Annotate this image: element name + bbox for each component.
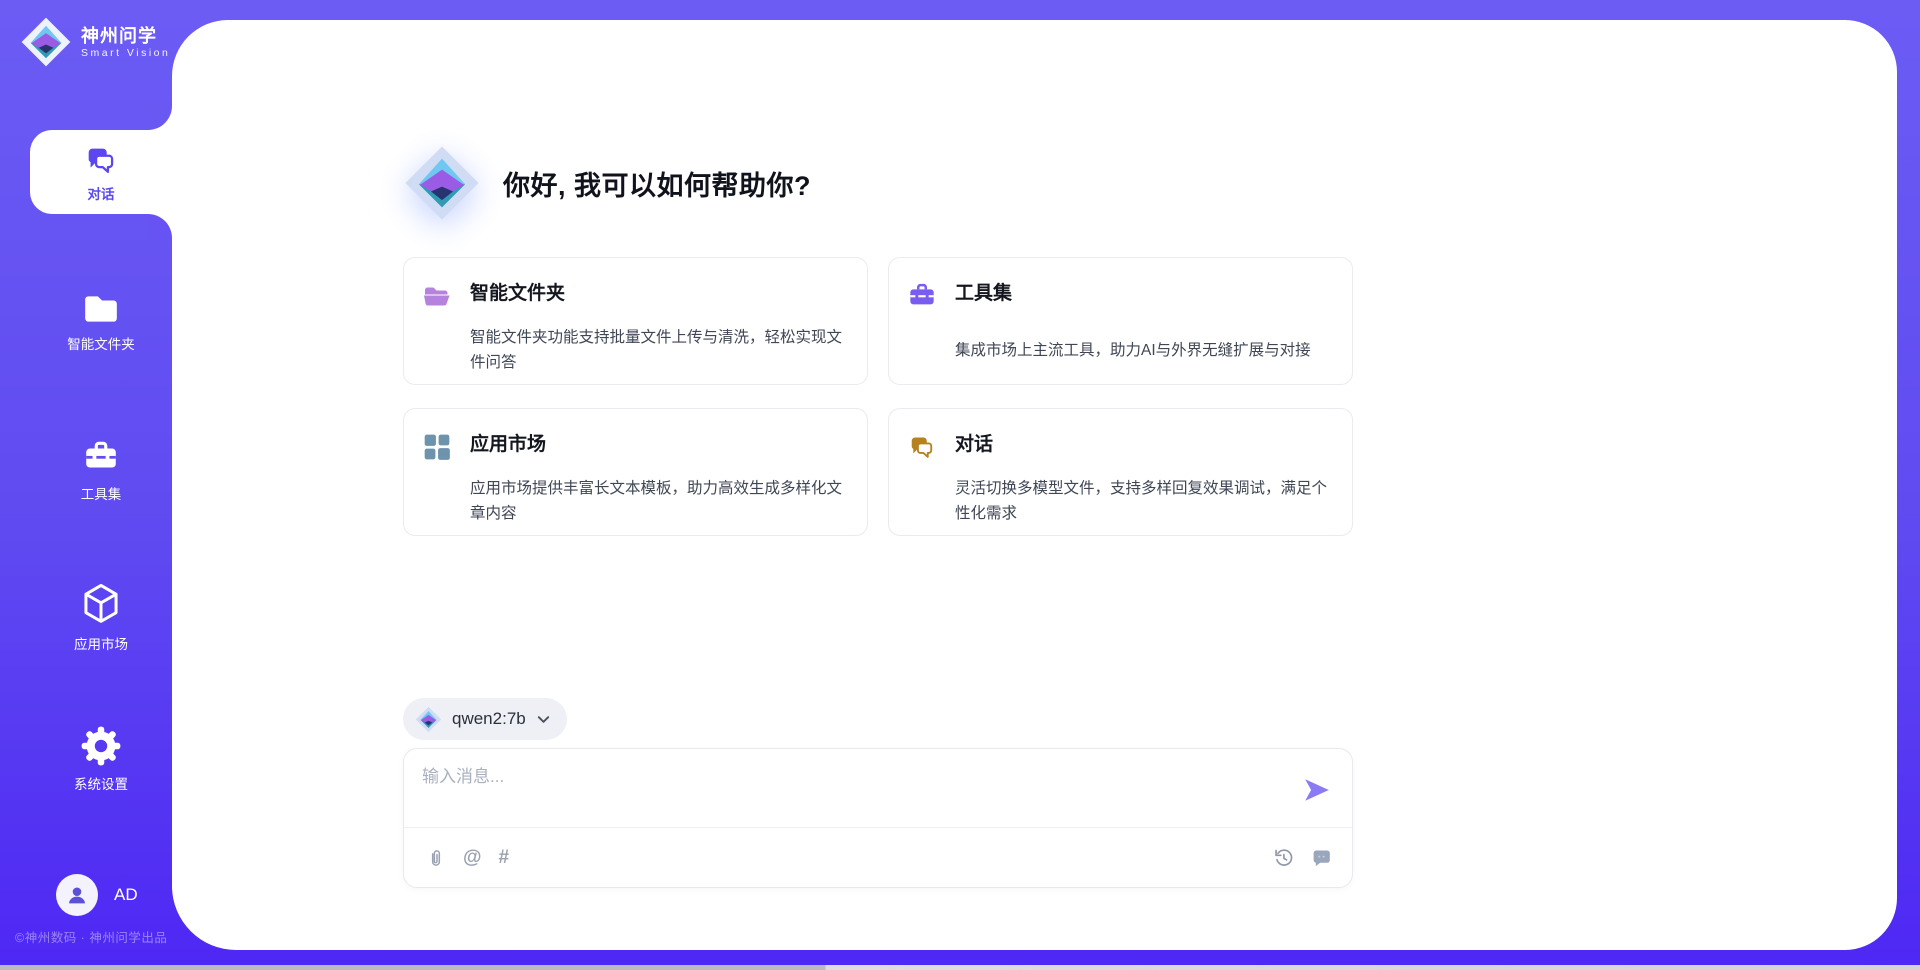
- chat-icon: [1311, 847, 1332, 868]
- card-app-market[interactable]: 应用市场 应用市场提供丰富长文本模板，助力高效生成多样化文章内容: [403, 408, 868, 536]
- diamond-logo-icon: [415, 706, 442, 733]
- sidebar-item-label: 对话: [88, 183, 115, 203]
- folder-open-icon: [422, 281, 452, 311]
- app-logo: 神州问学 Smart Vision: [20, 16, 170, 68]
- greeting-text: 你好, 我可以如何帮助你?: [503, 164, 811, 203]
- sidebar: 神州问学 Smart Vision 对话 智能文件夹: [0, 0, 172, 970]
- topic-button[interactable]: #: [499, 847, 510, 869]
- app-title: 神州问学: [81, 25, 170, 47]
- history-button[interactable]: [1273, 847, 1294, 868]
- folder-icon: [82, 292, 120, 326]
- toolbox-icon: [907, 281, 937, 311]
- card-description: 集成市场上主流工具，助力AI与外界无缝扩展与对接: [955, 338, 1338, 385]
- cube-icon: [80, 582, 122, 626]
- chat-icon: [907, 432, 937, 462]
- chat-icon: [83, 142, 119, 178]
- send-button[interactable]: [1302, 775, 1332, 805]
- sidebar-item-chat[interactable]: 对话: [30, 130, 172, 214]
- hash-icon: #: [499, 847, 510, 869]
- sidebar-item-app-market[interactable]: 应用市场: [30, 582, 172, 653]
- person-icon: [64, 882, 90, 908]
- model-selector[interactable]: qwen2:7b: [403, 698, 567, 740]
- message-input[interactable]: [422, 762, 1262, 820]
- toolbox-icon: [82, 438, 120, 476]
- sidebar-item-settings[interactable]: 系统设置: [30, 726, 172, 793]
- card-title: 智能文件夹: [470, 280, 853, 320]
- sidebar-item-toolbox[interactable]: 工具集: [30, 438, 172, 503]
- welcome-header: 你好, 我可以如何帮助你?: [403, 144, 811, 222]
- card-description: 应用市场提供丰富长文本模板，助力高效生成多样化文章内容: [470, 476, 853, 535]
- feature-cards: 智能文件夹 智能文件夹功能支持批量文件上传与清洗，轻松实现文件问答 工具: [403, 257, 1353, 536]
- sidebar-item-smart-folder[interactable]: 智能文件夹: [30, 292, 172, 353]
- model-name: qwen2:7b: [452, 709, 526, 729]
- input-toolbar: @ #: [404, 828, 1352, 887]
- card-description: 灵活切换多模型文件，支持多样回复效果调试，满足个性化需求: [955, 476, 1338, 535]
- sidebar-item-label: 工具集: [81, 483, 122, 503]
- active-tab-flare-top: [148, 106, 172, 130]
- gear-icon: [81, 726, 121, 766]
- user-initials: AD: [114, 885, 138, 905]
- diamond-logo-icon: [20, 16, 72, 68]
- content-column: 你好, 我可以如何帮助你? 智能文件夹 智能文件夹功能支持批量文件上传与清洗，轻…: [403, 0, 1353, 970]
- paperclip-icon: [426, 847, 446, 869]
- message-input-box: @ #: [403, 748, 1353, 888]
- send-icon: [1302, 775, 1332, 805]
- feedback-button[interactable]: [1311, 847, 1332, 868]
- card-title: 工具集: [955, 280, 1338, 333]
- card-smart-folder[interactable]: 智能文件夹 智能文件夹功能支持批量文件上传与清洗，轻松实现文件问答: [403, 257, 868, 385]
- card-chat[interactable]: 对话 灵活切换多模型文件，支持多样回复效果调试，满足个性化需求: [888, 408, 1353, 536]
- window-bottom-edge: [0, 965, 1920, 970]
- diamond-logo-icon: [403, 144, 481, 222]
- active-tab-flare-bottom: [148, 214, 172, 238]
- sidebar-item-label: 系统设置: [74, 773, 128, 793]
- sidebar-item-label: 智能文件夹: [67, 333, 135, 353]
- mention-button[interactable]: @: [463, 847, 482, 869]
- attach-button[interactable]: [426, 847, 446, 869]
- app-subtitle: Smart Vision: [81, 47, 170, 59]
- history-icon: [1273, 847, 1294, 868]
- card-toolbox[interactable]: 工具集 集成市场上主流工具，助力AI与外界无缝扩展与对接: [888, 257, 1353, 385]
- grid-icon: [422, 432, 452, 462]
- user-profile[interactable]: AD: [56, 874, 138, 916]
- avatar: [56, 874, 98, 916]
- card-title: 应用市场: [470, 431, 853, 471]
- copyright-text: ©神州数码 · 神州问学出品: [15, 927, 167, 946]
- at-icon: @: [463, 847, 482, 869]
- chevron-down-icon: [536, 712, 551, 727]
- sidebar-item-label: 应用市场: [74, 633, 128, 653]
- card-description: 智能文件夹功能支持批量文件上传与清洗，轻松实现文件问答: [470, 325, 853, 384]
- card-title: 对话: [955, 431, 1338, 471]
